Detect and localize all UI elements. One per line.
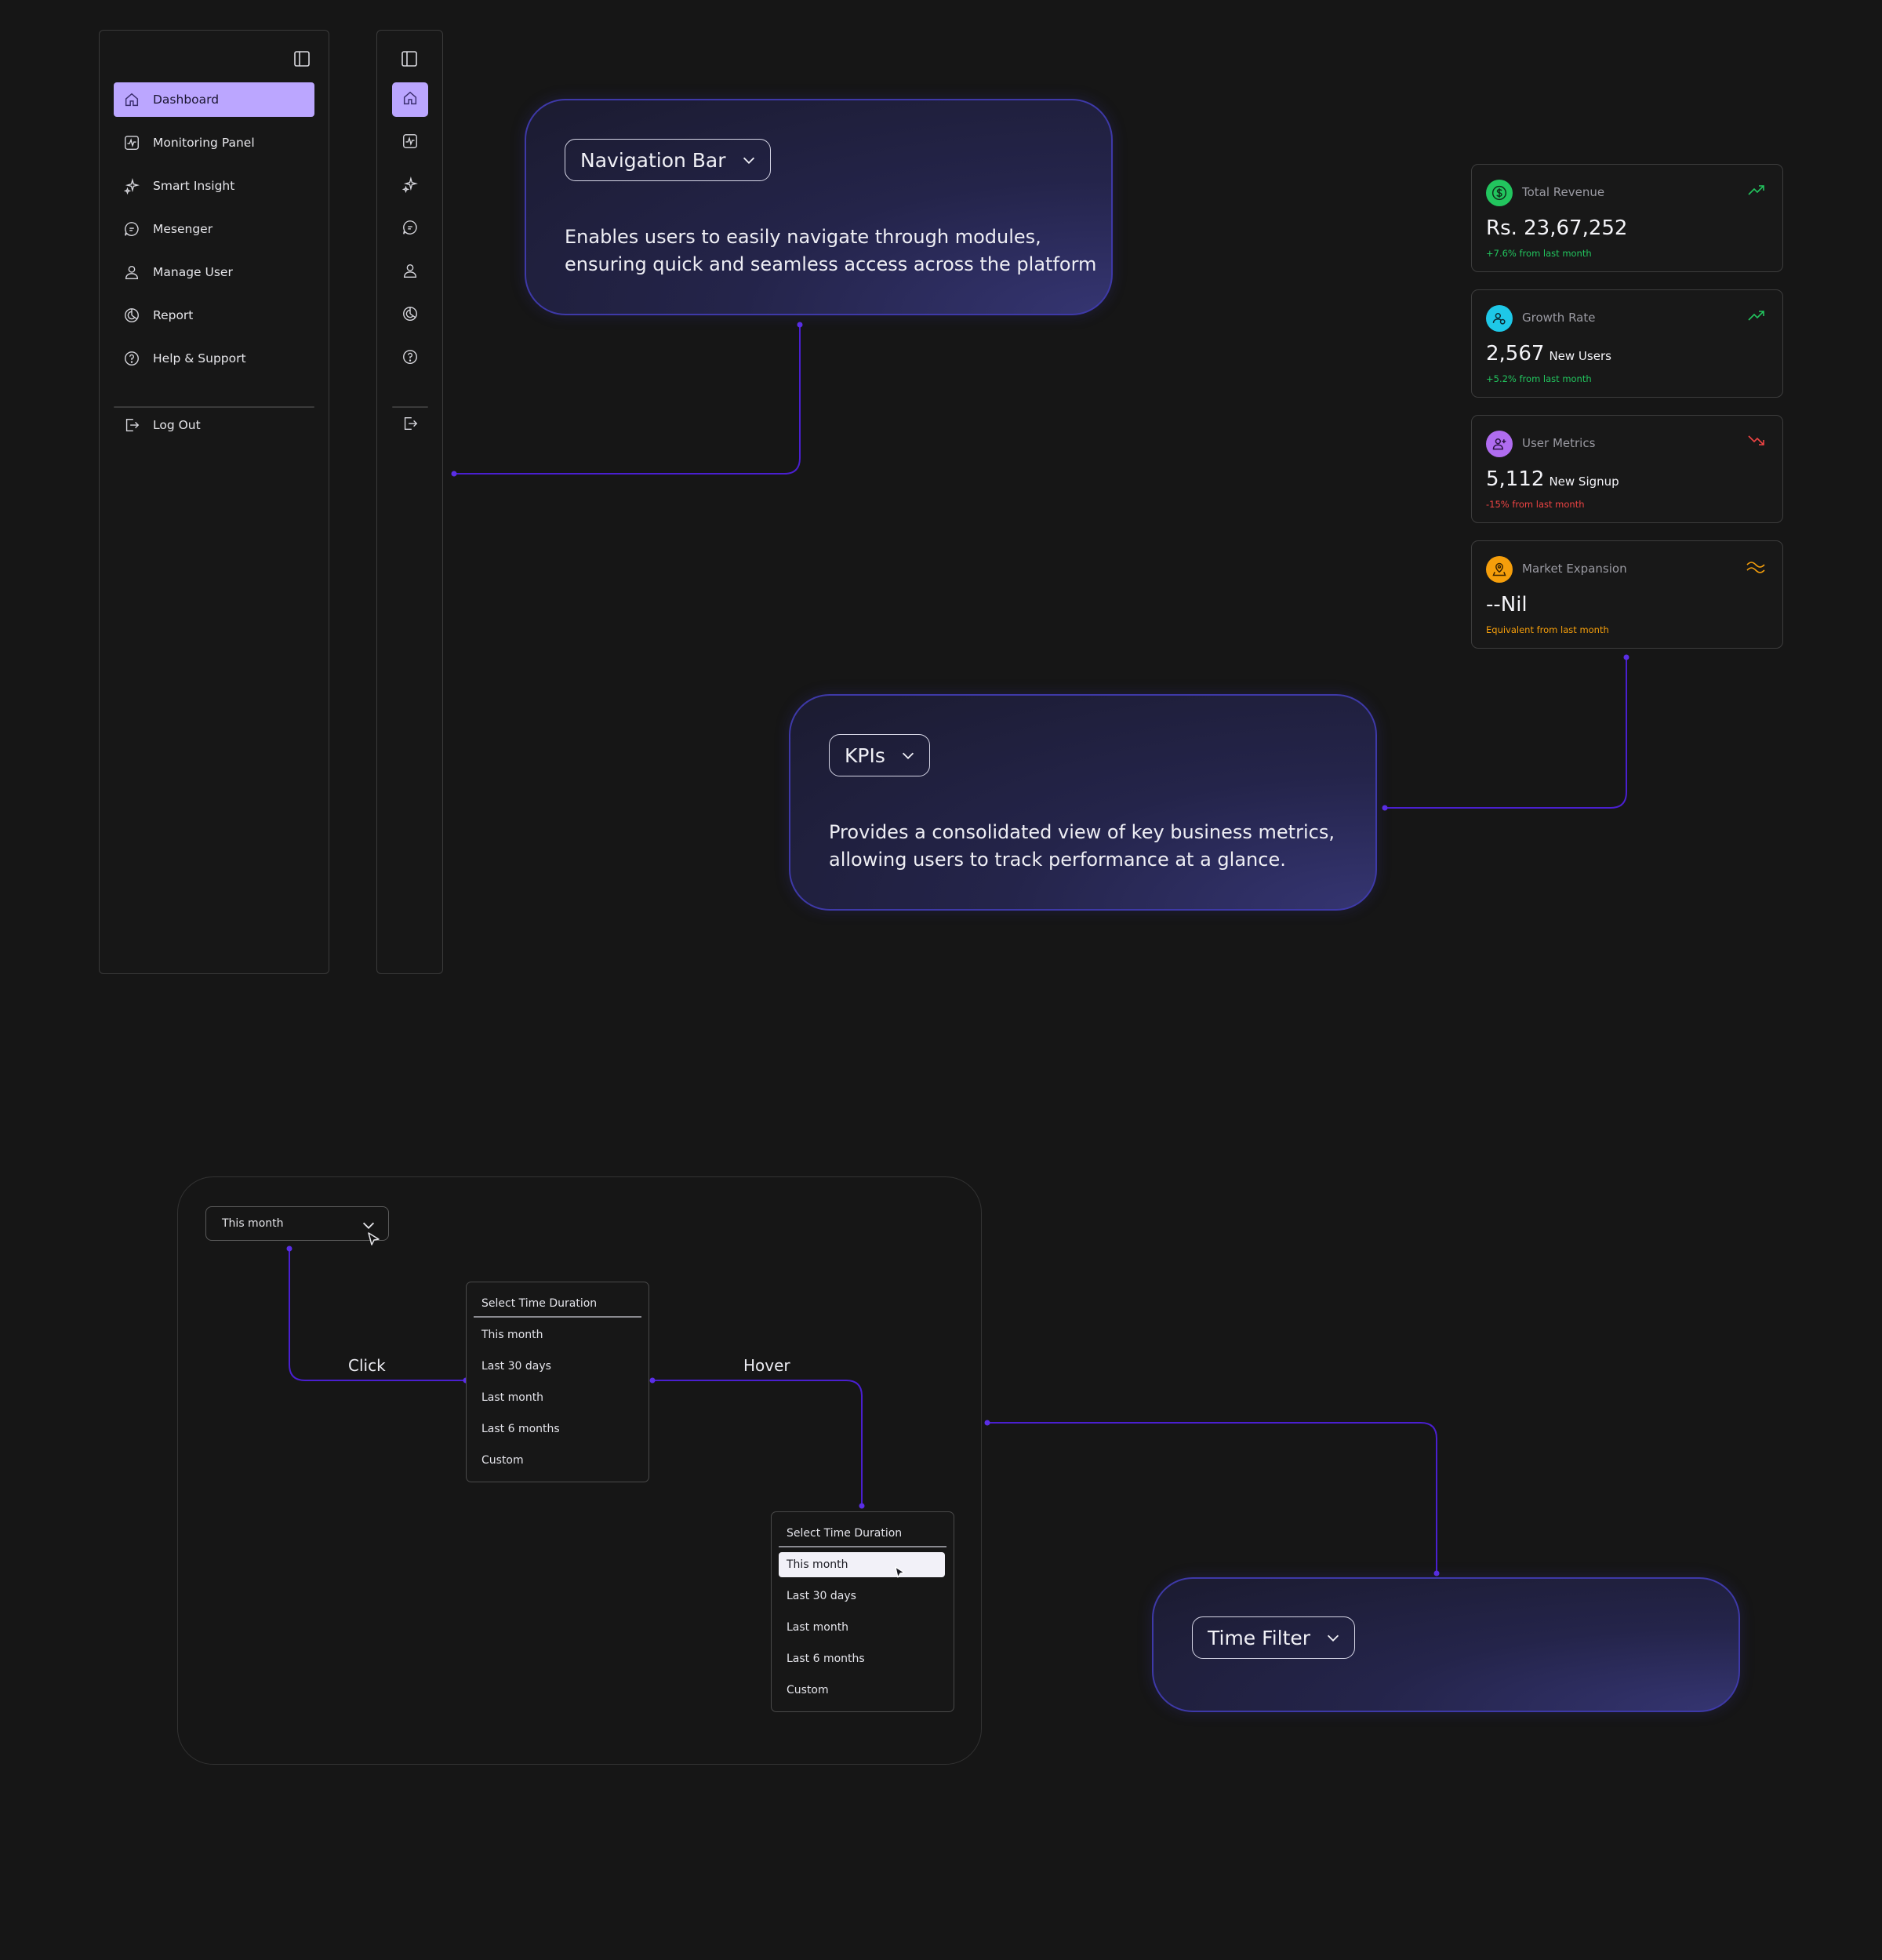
option-custom[interactable]: Custom [779, 1678, 945, 1703]
kpi-card-growth-rate[interactable]: Growth Rate 2,567 New Users +5.2% from la… [1471, 289, 1783, 398]
option-custom[interactable]: Custom [474, 1448, 640, 1473]
dropdown-title: Select Time Duration [787, 1527, 903, 1540]
chevron-down-icon [743, 157, 754, 164]
kpis-description: Provides a consolidated view of key busi… [829, 819, 1335, 874]
trend-flat-icon [1746, 560, 1765, 577]
kpi-value: 5,112 New Signup [1486, 467, 1619, 491]
users-icon [1486, 305, 1513, 332]
kpi-unit: New Users [1549, 349, 1611, 363]
kpis-pill[interactable]: KPIs [829, 734, 930, 776]
kpi-change: +5.2% from last month [1486, 373, 1592, 384]
trend-up-icon [1748, 309, 1765, 325]
map-pin-icon [1486, 556, 1513, 583]
pill-label: Time Filter [1208, 1626, 1311, 1649]
chevron-down-icon [902, 752, 914, 759]
kpi-unit: New Signup [1549, 475, 1619, 489]
time-dropdown-menu-hover: Select Time Duration This month Last 30 … [771, 1511, 954, 1712]
time-filter-card: Time Filter [1152, 1577, 1740, 1712]
navigation-bar-card: Navigation Bar Enables users to easily n… [525, 99, 1113, 315]
description-line: allowing users to track performance at a… [829, 849, 1286, 871]
option-last-30-days[interactable]: Last 30 days [474, 1354, 640, 1379]
dropdown-title: Select Time Duration [481, 1297, 598, 1310]
kpi-value: 2,567 New Users [1486, 342, 1611, 365]
cursor-icon [895, 1566, 905, 1578]
kpi-title: Market Expansion [1522, 562, 1627, 576]
kpi-change: +7.6% from last month [1486, 248, 1592, 259]
kpis-card: KPIs Provides a consolidated view of key… [789, 694, 1377, 911]
dropdown-divider [779, 1546, 946, 1547]
click-label: Click [348, 1356, 386, 1375]
kpi-number: Rs. 23,67,252 [1486, 216, 1628, 240]
option-last-6-months[interactable]: Last 6 months [474, 1416, 640, 1442]
option-this-month[interactable]: This month [779, 1552, 945, 1577]
option-this-month[interactable]: This month [474, 1322, 640, 1347]
chevron-down-icon [1327, 1635, 1339, 1642]
kpi-card-user-metrics[interactable]: User Metrics 5,112 New Signup -15% from l… [1471, 415, 1783, 523]
navigation-bar-pill[interactable]: Navigation Bar [565, 139, 771, 181]
option-last-6-months[interactable]: Last 6 months [779, 1646, 945, 1671]
kpi-number: --Nil [1486, 593, 1528, 616]
pill-label: Navigation Bar [580, 148, 726, 172]
description-line: Enables users to easily navigate through… [565, 226, 1041, 248]
cursor-icon [368, 1232, 380, 1245]
kpi-card-total-revenue[interactable]: Total Revenue Rs. 23,67,252 +7.6% from l… [1471, 164, 1783, 272]
option-last-30-days[interactable]: Last 30 days [779, 1584, 945, 1609]
kpi-change: -15% from last month [1486, 499, 1585, 510]
kpi-number: 5,112 [1486, 467, 1545, 491]
pill-label: KPIs [845, 744, 885, 767]
option-last-month[interactable]: Last month [474, 1385, 640, 1410]
hover-label: Hover [743, 1356, 790, 1375]
kpi-value: --Nil [1486, 593, 1528, 616]
kpi-title: Total Revenue [1522, 185, 1605, 199]
description-line: Provides a consolidated view of key busi… [829, 821, 1335, 843]
time-dropdown-menu: Select Time Duration This month Last 30 … [466, 1282, 649, 1482]
kpi-card-market-expansion[interactable]: Market Expansion --Nil Equivalent from l… [1471, 540, 1783, 649]
option-last-month[interactable]: Last month [779, 1615, 945, 1640]
time-select[interactable]: This month [205, 1206, 389, 1241]
kpi-number: 2,567 [1486, 342, 1545, 365]
time-select-value: This month [222, 1217, 284, 1230]
kpi-title: User Metrics [1522, 436, 1596, 450]
kpi-change: Equivalent from last month [1486, 624, 1609, 635]
user-plus-icon [1486, 431, 1513, 457]
trend-down-icon [1748, 435, 1765, 450]
trend-up-icon [1748, 184, 1765, 199]
kpi-title: Growth Rate [1522, 311, 1596, 325]
description-line: ensuring quick and seamless access acros… [565, 253, 1097, 275]
navigation-bar-description: Enables users to easily navigate through… [565, 224, 1096, 278]
kpi-value: Rs. 23,67,252 [1486, 216, 1627, 240]
time-filter-pill[interactable]: Time Filter [1192, 1616, 1356, 1659]
dollar-icon [1486, 180, 1513, 206]
dropdown-divider [474, 1316, 641, 1318]
